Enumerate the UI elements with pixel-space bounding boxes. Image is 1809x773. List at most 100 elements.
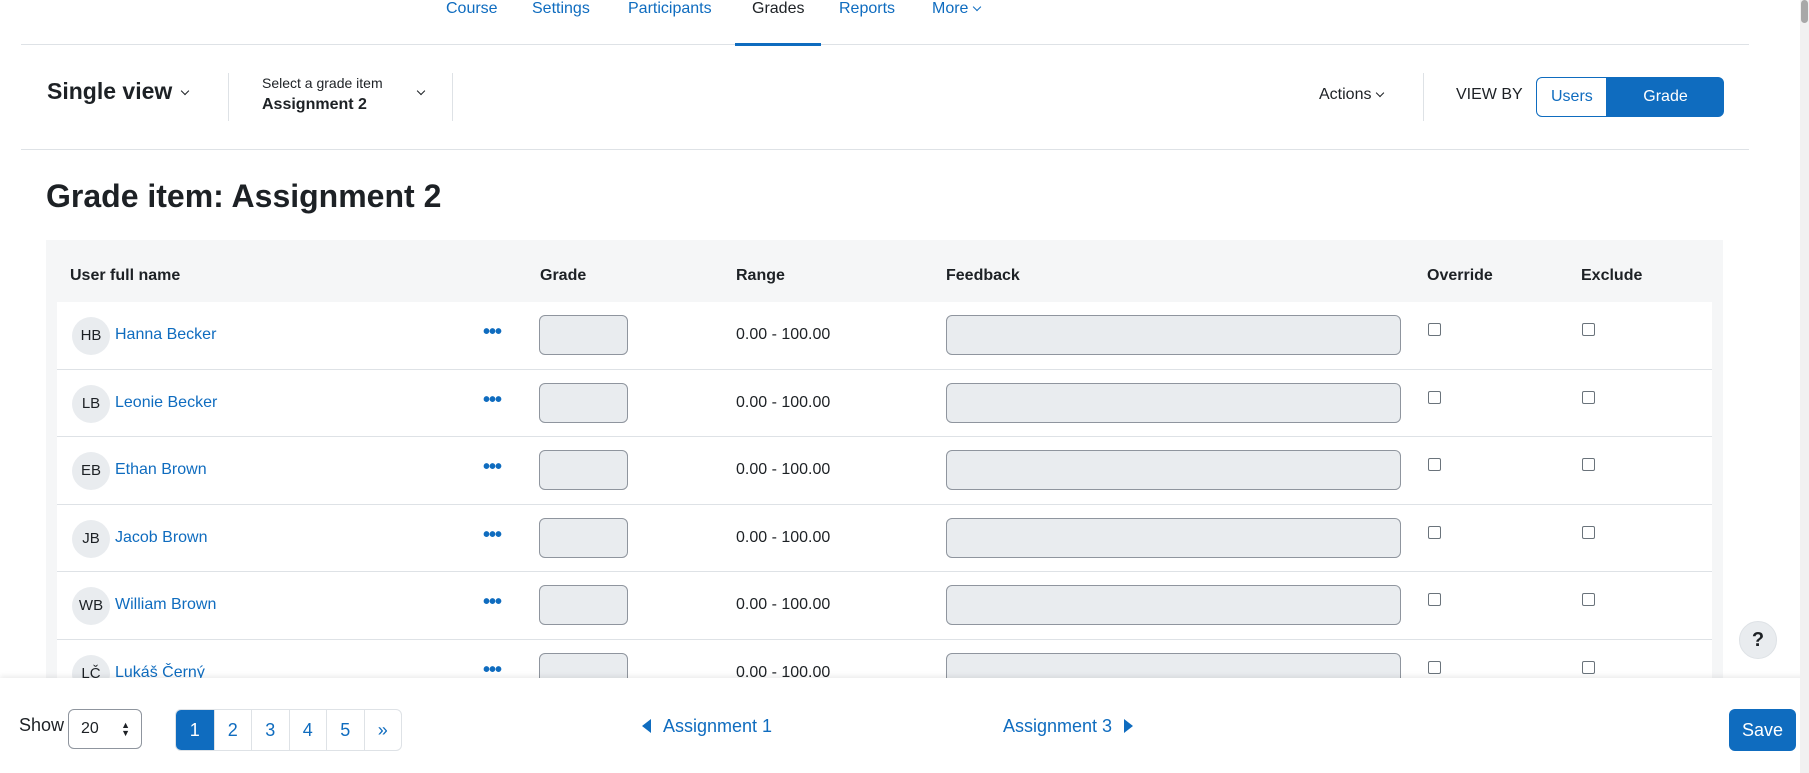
grade-range: 0.00 - 100.00 (736, 461, 831, 478)
row-actions-menu-icon[interactable]: ••• (483, 390, 502, 410)
divider (452, 73, 453, 121)
nav-item-grades[interactable]: Grades (734, 0, 823, 46)
avatar: WB (72, 587, 110, 625)
per-page-select[interactable]: 20 ▲ ▼ (68, 709, 142, 749)
view-by-grade-items-button[interactable]: Grade items (1607, 77, 1724, 143)
nav-item-more[interactable]: More (932, 0, 982, 45)
table-row: JB Jacob Brown ••• 0.00 - 100.00 (57, 504, 1712, 572)
view-by-label: VIEW BY (1456, 86, 1523, 103)
row-actions-menu-icon[interactable]: ••• (483, 322, 502, 342)
column-header-override: Override (1427, 267, 1493, 284)
table-row: WB William Brown ••• 0.00 - 100.00 (57, 572, 1712, 640)
override-checkbox[interactable] (1428, 525, 1441, 539)
avatar: LČ (72, 654, 110, 680)
feedback-input[interactable] (946, 382, 1401, 423)
row-actions-menu-icon[interactable]: ••• (483, 525, 502, 545)
divider (228, 73, 229, 121)
page-link-next[interactable]: » (363, 710, 402, 750)
next-grade-item-label: Assignment 3 (1003, 716, 1113, 736)
column-header-range: Range (736, 267, 785, 284)
grade-input[interactable] (539, 382, 628, 423)
page-link-2[interactable]: 2 (213, 710, 252, 750)
override-checkbox[interactable] (1428, 660, 1441, 674)
user-name-link[interactable]: Leonie Becker (115, 394, 217, 412)
override-checkbox[interactable] (1428, 323, 1441, 336)
feedback-input[interactable] (946, 315, 1401, 355)
chevron-down-icon (1376, 88, 1385, 98)
tertiary-nav: Single view Select a grade item Assignme… (21, 45, 1749, 150)
sticky-footer: Show 20 ▲ ▼ 1 2 3 4 5 » Assignment 1 Assi… (0, 678, 1809, 773)
grade-range: 0.00 - 100.00 (736, 326, 831, 343)
nav-item-reports[interactable]: Reports (839, 0, 895, 45)
chevron-down-icon (416, 86, 426, 96)
grade-input[interactable] (539, 652, 628, 680)
row-actions-menu-icon[interactable]: ••• (483, 592, 502, 612)
nav-item-settings[interactable]: Settings (532, 0, 590, 45)
page-link-5[interactable]: 5 (326, 710, 364, 750)
avatar: JB (72, 519, 110, 558)
scrollbar[interactable] (1800, 0, 1809, 773)
pagination: 1 2 3 4 5 » (175, 709, 402, 751)
chevron-down-icon (973, 2, 982, 12)
page-link-4[interactable]: 4 (288, 710, 327, 750)
single-view-title: Single view (47, 78, 173, 104)
avatar: EB (72, 452, 110, 490)
scrollbar-thumb[interactable] (1801, 0, 1808, 23)
nav-item-participants[interactable]: Participants (628, 0, 712, 45)
column-header-exclude: Exclude (1581, 267, 1643, 284)
user-name-link[interactable]: Jacob Brown (115, 529, 208, 547)
page-title: Grade item: Assignment 2 (46, 178, 442, 214)
view-by-toggle: Users Grade items (1536, 77, 1724, 143)
exclude-checkbox[interactable] (1582, 660, 1595, 674)
help-button[interactable]: ? (1739, 621, 1777, 659)
chevron-down-icon (181, 86, 190, 96)
sort-arrows-icon: ▲ ▼ (121, 720, 130, 738)
override-checkbox[interactable] (1428, 593, 1441, 606)
page-link-3[interactable]: 3 (251, 710, 289, 750)
table-body: HB Hanna Becker ••• 0.00 - 100.00 LB Leonie B… (57, 302, 1712, 680)
override-checkbox[interactable] (1428, 390, 1441, 404)
nav-item-course[interactable]: Course (446, 0, 498, 45)
table-row: EB Ethan Brown ••• 0.00 - 100.00 (57, 437, 1712, 505)
exclude-checkbox[interactable] (1582, 525, 1595, 539)
previous-grade-item-link[interactable]: Assignment 1 (642, 716, 772, 737)
row-actions-menu-icon[interactable]: ••• (483, 660, 502, 680)
user-name-link[interactable]: Ethan Brown (115, 461, 207, 479)
avatar: LB (72, 384, 110, 423)
feedback-input[interactable] (946, 585, 1401, 625)
feedback-input[interactable] (946, 652, 1401, 680)
save-button[interactable]: Save (1729, 709, 1796, 751)
column-header-grade: Grade (540, 267, 587, 284)
actions-dropdown[interactable]: Actions (1319, 86, 1385, 104)
table-row: LB Leonie Becker ••• 0.00 - 100.00 (57, 369, 1712, 437)
page-link-1[interactable]: 1 (176, 710, 214, 750)
grade-range: 0.00 - 100.00 (736, 596, 831, 613)
avatar: HB (72, 317, 110, 355)
user-name-link[interactable]: William Brown (115, 596, 216, 614)
nav-item-more-label: More (932, 0, 969, 17)
feedback-input[interactable] (946, 450, 1401, 490)
grade-input[interactable] (539, 585, 628, 625)
grade-range: 0.00 - 100.00 (736, 528, 831, 546)
row-actions-menu-icon[interactable]: ••• (483, 457, 502, 477)
view-by-users-button[interactable]: Users (1536, 77, 1607, 117)
exclude-checkbox[interactable] (1582, 390, 1595, 404)
grade-input[interactable] (539, 315, 628, 355)
single-view-dropdown[interactable]: Single view (47, 78, 190, 105)
grade-input[interactable] (539, 517, 628, 558)
grades-table: User full name Grade Range Feedback Over… (46, 240, 1723, 680)
divider (1423, 73, 1424, 121)
grade-item-select-label: Select a grade item (262, 75, 383, 91)
table-row: HB Hanna Becker ••• 0.00 - 100.00 (57, 302, 1712, 370)
caret-left-icon (642, 719, 651, 733)
user-name-link[interactable]: Hanna Becker (115, 326, 216, 344)
grade-item-select[interactable]: Select a grade item Assignment 2 (262, 75, 426, 114)
feedback-input[interactable] (946, 517, 1401, 558)
exclude-checkbox[interactable] (1582, 593, 1595, 606)
exclude-checkbox[interactable] (1582, 323, 1595, 336)
grade-input[interactable] (539, 450, 628, 490)
next-grade-item-link[interactable]: Assignment 3 (1003, 716, 1134, 737)
caret-right-icon (1124, 719, 1134, 733)
exclude-checkbox[interactable] (1582, 458, 1595, 471)
override-checkbox[interactable] (1428, 458, 1441, 471)
